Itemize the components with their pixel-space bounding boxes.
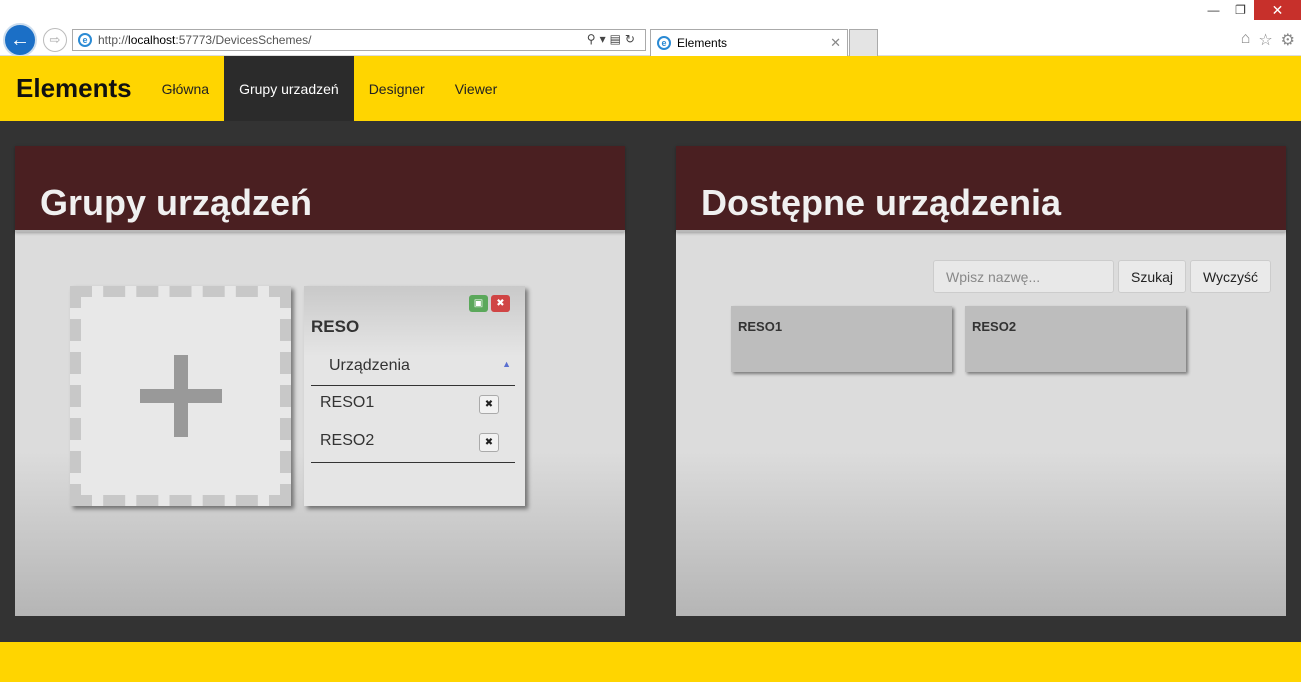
close-window-icon[interactable]: ✕ [1254,0,1301,20]
footer [0,642,1301,682]
add-group-card[interactable] [70,286,291,506]
clear-button[interactable]: Wyczyść [1190,260,1271,293]
group-devices-toggle[interactable]: Urządzenia [329,357,410,375]
delete-group-button[interactable]: ✖ [491,295,510,312]
search-button[interactable]: Szukaj [1118,260,1186,293]
triangle-up-icon[interactable]: ▲ [502,359,511,369]
remove-device-button[interactable]: ✖ [479,395,499,414]
ie-icon: e [78,33,92,47]
arrow-left-icon: ← [10,28,30,51]
minimize-icon[interactable]: — [1200,0,1227,20]
nav-item-designer[interactable]: Designer [354,56,440,121]
url-prefix: http:// [98,33,129,47]
plus-icon [139,355,222,437]
navbar: Elements Główna Grupy urzadzeń Designer … [0,56,1301,121]
gear-icon[interactable]: ⚙ [1281,30,1295,50]
groups-panel: Grupy urządzeń ▣ ✖ RESO Urządzenia ▲ RES… [15,146,625,616]
groups-panel-title: Grupy urządzeń [40,182,313,223]
divider [311,385,515,386]
group-device-item: RESO1 [320,394,375,411]
group-card: ▣ ✖ RESO Urządzenia ▲ RESO1 ✖ RESO2 ✖ [304,286,525,506]
group-device-item: RESO2 [320,432,375,449]
nav-item-glowna[interactable]: Główna [147,56,224,121]
address-bar[interactable]: e http://localhost:57773/DevicesSchemes/… [72,29,646,51]
remove-device-button[interactable]: ✖ [479,433,499,452]
browser-tab[interactable]: e Elements ✕ [650,29,848,56]
brand-logo[interactable]: Elements [16,73,132,104]
save-group-button[interactable]: ▣ [469,295,488,312]
nav-item-viewer[interactable]: Viewer [440,56,513,121]
devices-panel: Dostępne urządzenia Wpisz nazwę... Szuka… [676,146,1286,616]
devices-panel-header: Dostępne urządzenia [676,146,1286,232]
group-name[interactable]: RESO [311,317,359,337]
new-tab-button[interactable] [849,29,878,56]
close-icon: ✖ [484,437,494,448]
ie-icon: e [657,36,671,50]
browser-toolbar-icons: ⌂ ☆ ⚙ [1241,30,1295,50]
groups-panel-header: Grupy urządzeń [15,146,625,232]
tab-title: Elements [677,36,728,50]
arrow-right-icon: ⇨ [49,32,61,47]
favorites-star-icon[interactable]: ☆ [1258,30,1272,50]
window-controls: — ❐ ✕ [1200,0,1301,20]
browser-chrome: — ❐ ✕ ← ⇨ e http://localhost:57773/Devic… [0,0,1301,57]
divider [311,462,515,463]
close-icon: ✖ [496,298,505,309]
close-icon: ✖ [484,399,494,410]
group-card-actions: ▣ ✖ [469,295,510,312]
address-tools-icons[interactable]: ⚲▾▤↻ [587,32,639,46]
devices-panel-title: Dostępne urządzenia [701,182,1062,223]
forward-button[interactable]: ⇨ [43,28,67,52]
back-button[interactable]: ← [3,23,37,57]
search-input[interactable]: Wpisz nazwę... [933,260,1114,293]
device-card[interactable]: RESO1 [731,306,952,372]
nav-item-grupy-urzadzen[interactable]: Grupy urzadzeń [224,56,354,121]
restore-icon[interactable]: ❐ [1227,0,1254,20]
url-rest: :57773/DevicesSchemes/ [175,33,312,47]
floppy-disk-icon: ▣ [473,298,484,309]
home-icon[interactable]: ⌂ [1241,30,1251,50]
device-card[interactable]: RESO2 [965,306,1186,372]
close-tab-icon[interactable]: ✕ [830,35,841,51]
url-host: localhost [128,33,176,47]
